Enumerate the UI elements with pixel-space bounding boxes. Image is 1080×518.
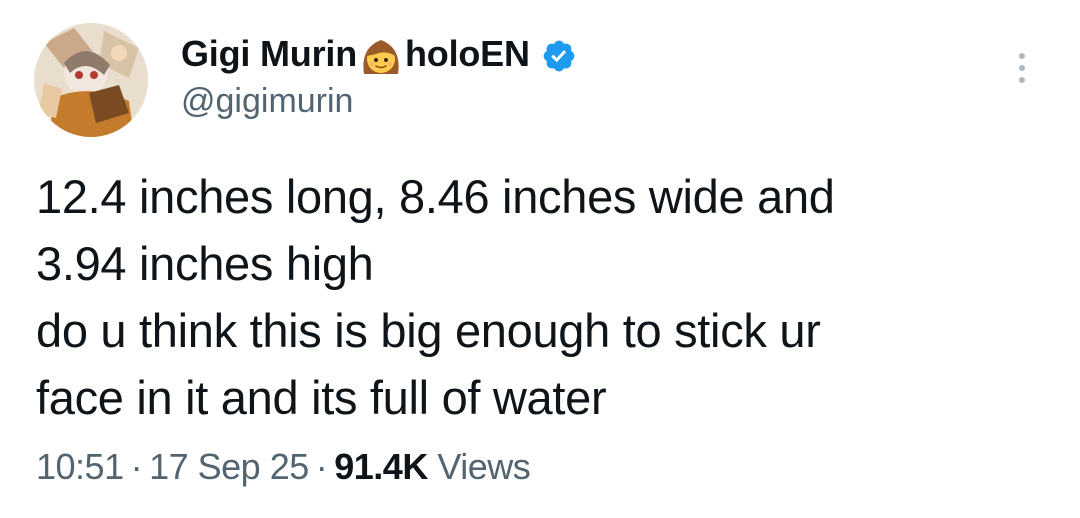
- author-name-row[interactable]: Gigi Murin holoEN: [181, 30, 577, 78]
- views-count: 91.4K: [334, 446, 428, 487]
- tweet-text: 12.4 inches long, 8.46 inches wide and 3…: [36, 163, 1036, 431]
- display-name-suffix[interactable]: holoEN: [405, 33, 530, 75]
- tweet-line: 3.94 inches high: [36, 237, 374, 290]
- tweet-meta: 10:51 · 17 Sep 25 · 91.4K Views: [36, 446, 531, 488]
- tweet-card: Gigi Murin holoEN @gigimurin 12.4 inches…: [0, 0, 1080, 518]
- author-handle[interactable]: @gigimurin: [181, 82, 353, 121]
- tweet-time[interactable]: 10:51: [36, 446, 124, 487]
- more-options-icon[interactable]: [1004, 50, 1040, 86]
- meta-separator: ·: [130, 446, 143, 487]
- girl-emoji-icon: [358, 34, 404, 80]
- display-name[interactable]: Gigi Murin: [181, 33, 357, 75]
- avatar-image: [34, 23, 148, 137]
- avatar[interactable]: [34, 23, 148, 137]
- tweet-date[interactable]: 17 Sep 25: [149, 446, 309, 487]
- verified-badge-icon: [541, 38, 577, 74]
- meta-separator: ·: [315, 446, 328, 487]
- tweet-line: 12.4 inches long, 8.46 inches wide and: [36, 170, 835, 223]
- tweet-line: do u think this is big enough to stick u…: [36, 304, 821, 357]
- tweet-line: face in it and its full of water: [36, 371, 607, 424]
- views-label: Views: [437, 446, 531, 487]
